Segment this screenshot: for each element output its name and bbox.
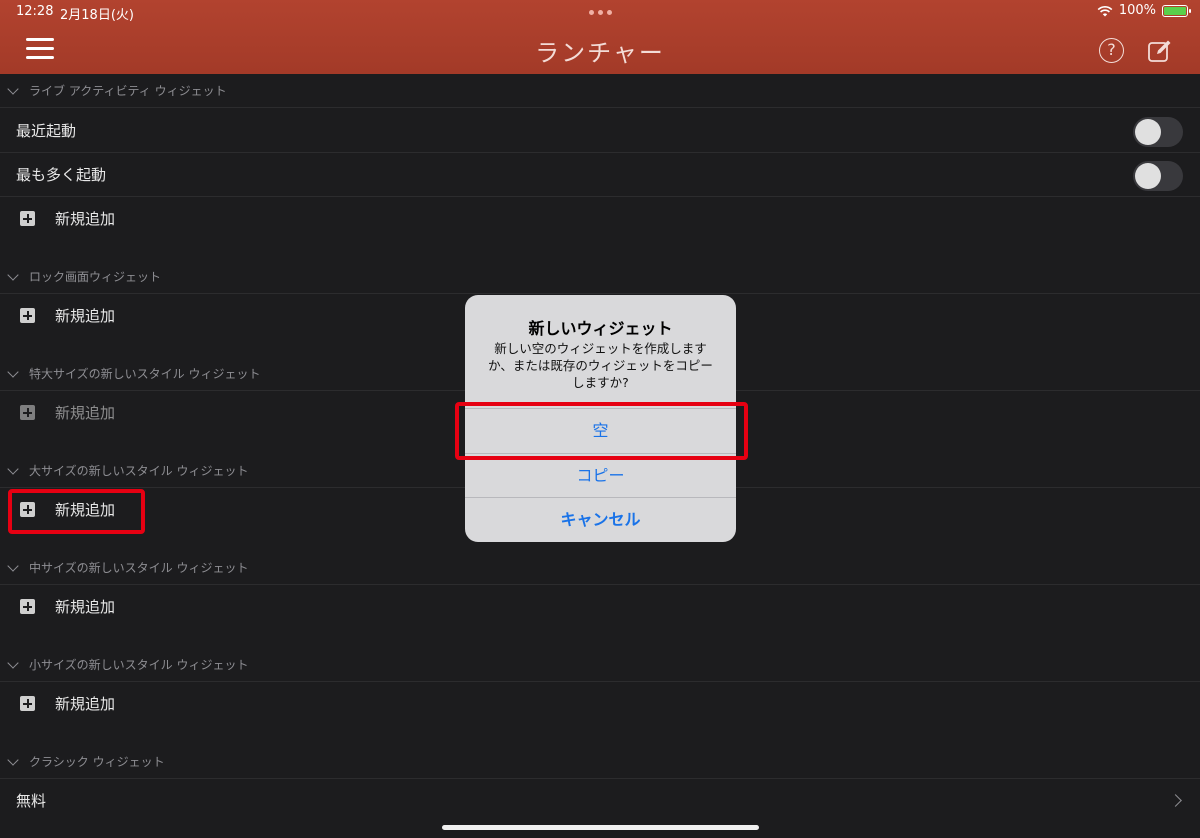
chevron-down-icon <box>7 83 19 95</box>
status-date: 2月18日(火) <box>60 8 134 23</box>
section-title: ロック画面ウィジェット <box>29 270 162 284</box>
highlight-box-add-new <box>8 489 145 534</box>
battery-percent: 100% <box>1118 3 1156 18</box>
home-indicator[interactable] <box>442 825 759 830</box>
add-new-medium[interactable]: 新規追加 <box>0 585 1200 629</box>
toggle-recent-launch[interactable] <box>1133 117 1183 147</box>
plus-icon <box>20 696 35 711</box>
chevron-down-icon <box>7 560 19 572</box>
row-label: 新規追加 <box>55 404 116 422</box>
multitask-dots-icon[interactable] <box>589 10 612 15</box>
wifi-icon <box>1097 5 1113 16</box>
plus-icon <box>20 308 35 323</box>
row-free[interactable]: 無料 <box>0 779 1200 823</box>
row-label: 新規追加 <box>55 598 116 616</box>
section-header-classic[interactable]: クラシック ウィジェット <box>0 745 1200 779</box>
plus-icon <box>20 599 35 614</box>
section-title: 小サイズの新しいスタイル ウィジェット <box>29 658 249 672</box>
row-recent-launch: 最近起動 <box>0 109 1200 153</box>
highlight-box-empty <box>455 402 748 460</box>
chevron-down-icon <box>7 463 19 475</box>
status-right: 100% <box>1097 3 1191 18</box>
toggle-most-launched[interactable] <box>1133 161 1183 191</box>
battery-icon <box>1162 4 1191 17</box>
plus-icon <box>20 211 35 226</box>
row-label: 新規追加 <box>55 695 116 713</box>
alert-title: 新しいウィジェット <box>528 319 673 338</box>
section-title: 中サイズの新しいスタイル ウィジェット <box>29 561 249 575</box>
status-time: 12:28 <box>16 4 54 19</box>
chevron-down-icon <box>7 657 19 669</box>
row-label: 最近起動 <box>16 122 77 140</box>
section-title: 特大サイズの新しいスタイル ウィジェット <box>29 367 261 381</box>
section-title: ライブ アクティビティ ウィジェット <box>29 84 227 98</box>
row-label: 最も多く起動 <box>16 166 107 184</box>
chevron-down-icon <box>7 269 19 281</box>
row-label: 新規追加 <box>55 307 116 325</box>
section-title: クラシック ウィジェット <box>29 755 165 769</box>
app-header: 12:28 2月18日(火) 100% ランチャー ? <box>0 0 1200 74</box>
add-new-small[interactable]: 新規追加 <box>0 682 1200 726</box>
alert-message: 新しい空のウィジェットを作成しますか、または既存のウィジェットをコピーしますか? <box>488 341 713 390</box>
cancel-button[interactable]: キャンセル <box>465 497 736 541</box>
page-title: ランチャー <box>535 39 665 67</box>
add-new-live-activity[interactable]: 新規追加 <box>0 197 1200 241</box>
chevron-right-icon <box>1169 794 1182 807</box>
section-header-lock-screen[interactable]: ロック画面ウィジェット <box>0 260 1200 294</box>
row-label: 無料 <box>16 792 47 810</box>
chevron-down-icon <box>7 366 19 378</box>
row-most-launched: 最も多く起動 <box>0 153 1200 197</box>
chevron-down-icon <box>7 754 19 766</box>
section-header-live-activity[interactable]: ライブ アクティビティ ウィジェット <box>0 74 1200 108</box>
plus-icon <box>20 405 35 420</box>
help-icon[interactable]: ? <box>1099 38 1124 63</box>
compose-icon[interactable] <box>1147 38 1173 64</box>
section-title: 大サイズの新しいスタイル ウィジェット <box>29 464 249 478</box>
section-header-medium[interactable]: 中サイズの新しいスタイル ウィジェット <box>0 551 1200 585</box>
section-header-small[interactable]: 小サイズの新しいスタイル ウィジェット <box>0 648 1200 682</box>
row-label: 新規追加 <box>55 210 116 228</box>
